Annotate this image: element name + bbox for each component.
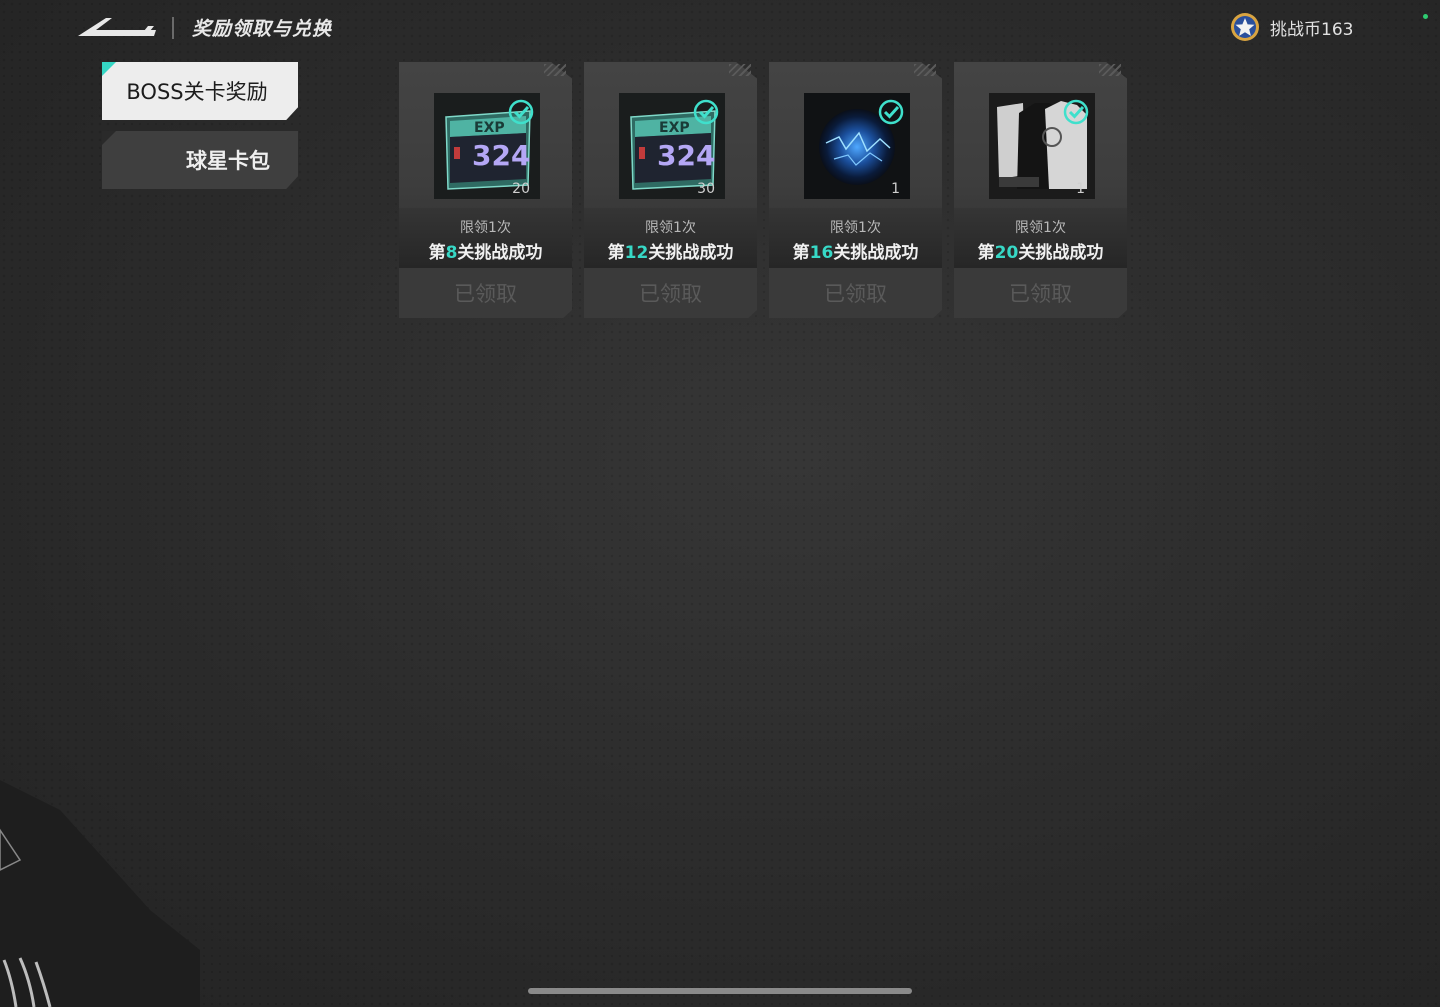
claimed-button[interactable]: 已领取 [954, 268, 1127, 318]
stage-condition: 第16关挑战成功 [792, 243, 919, 263]
card-stripes [914, 64, 936, 76]
page-title: 奖励领取与兑换 [192, 18, 333, 40]
currency-amount: 挑战币163 [1270, 19, 1354, 40]
title-separator [172, 17, 174, 39]
exp-tag: EXP [659, 120, 690, 136]
tab-label: BOSS关卡奖励 [126, 80, 268, 104]
item-count: 1 [891, 181, 900, 197]
item-count: 1 [1076, 181, 1085, 197]
stage-number: 20 [994, 243, 1019, 263]
reward-card: 1 限领1次 第16关挑战成功 已领取 [769, 62, 942, 318]
claim-limit-text: 限领1次 [645, 220, 696, 236]
claim-limit-text: 限领1次 [1015, 220, 1066, 236]
claimed-button[interactable]: 已领取 [584, 268, 757, 318]
challenge-coin-icon [1231, 13, 1259, 41]
home-indicator[interactable] [528, 988, 912, 994]
claim-limit-text: 限领1次 [830, 220, 881, 236]
exp-value: 324 [657, 139, 715, 172]
item-count: 20 [512, 181, 530, 197]
exp-value: 324 [472, 139, 530, 172]
claimed-check-icon [1063, 99, 1089, 125]
claimed-check-icon [878, 99, 904, 125]
stage-condition: 第20关挑战成功 [977, 243, 1104, 263]
claim-limit-text: 限领1次 [460, 220, 511, 236]
stage-number: 8 [445, 243, 458, 263]
claimed-check-icon [508, 99, 534, 125]
tab-accent-corner [102, 131, 116, 145]
game-logo-icon [78, 18, 156, 36]
card-stripes [544, 64, 566, 76]
reward-card-list: EXP 324 20 限领1次 第8关挑战成功 已领取 EXP 324 30 限… [399, 62, 1127, 318]
reward-card: EXP 324 20 限领1次 第8关挑战成功 已领取 [399, 62, 572, 318]
exp-tag: EXP [474, 120, 505, 136]
tab-accent-corner [102, 62, 116, 76]
card-stripes [729, 64, 751, 76]
tab-boss-rewards[interactable]: BOSS关卡奖励 [102, 62, 298, 120]
claimed-button[interactable]: 已领取 [769, 268, 942, 318]
tab-star-card-packs[interactable]: 球星卡包 [102, 131, 298, 189]
stage-number: 12 [624, 243, 649, 263]
item-count: 30 [697, 181, 715, 197]
card-stripes [1099, 64, 1121, 76]
stage-condition: 第12关挑战成功 [607, 243, 734, 263]
reward-card: 1 限领1次 第20关挑战成功 已领取 [954, 62, 1127, 318]
stage-number: 16 [809, 243, 834, 263]
reward-card: EXP 324 30 限领1次 第12关挑战成功 已领取 [584, 62, 757, 318]
status-indicator [1423, 14, 1428, 19]
tab-label: 球星卡包 [186, 149, 270, 173]
claimed-check-icon [693, 99, 719, 125]
claimed-button[interactable]: 已领取 [399, 268, 572, 318]
stage-condition: 第8关挑战成功 [428, 243, 543, 263]
currency-display[interactable]: 挑战币163 [1230, 12, 1353, 42]
decorative-shape [0, 780, 200, 1007]
